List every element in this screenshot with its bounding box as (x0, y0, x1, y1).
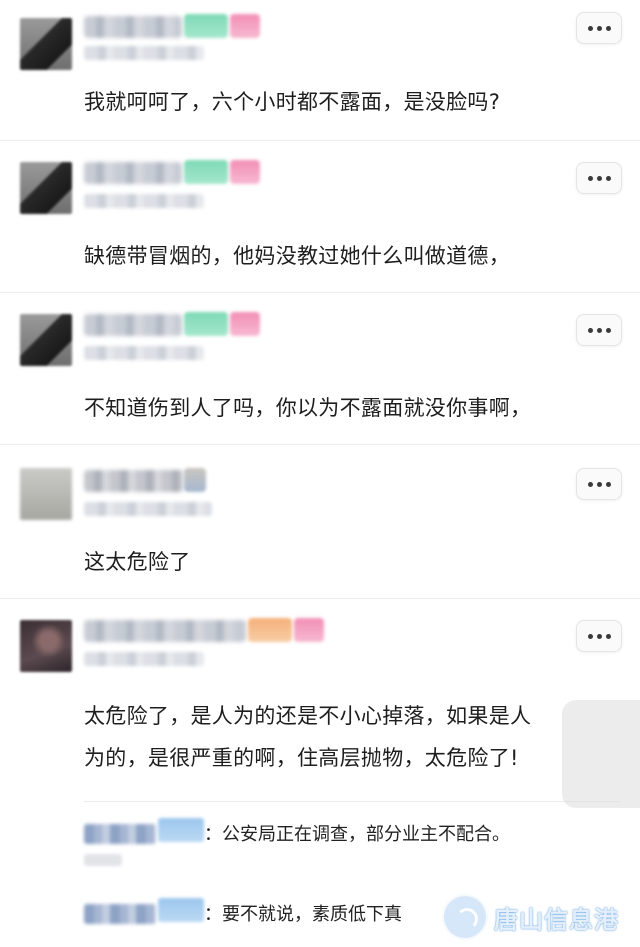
username-blurred[interactable] (84, 314, 182, 336)
user-badge (184, 160, 228, 184)
comment-meta-blurred (84, 194, 204, 208)
user-level-badge (230, 312, 260, 336)
reply-divider (84, 801, 620, 802)
avatar[interactable] (20, 162, 72, 214)
more-dots-icon (587, 175, 593, 181)
comment-text: 缺德带冒烟的，他妈没教过她什么叫做道德， (84, 244, 510, 268)
reply-username-blurred[interactable] (84, 904, 156, 924)
user-badge (184, 14, 228, 38)
username-blurred[interactable] (84, 470, 184, 492)
user-level-badge (230, 14, 260, 38)
avatar[interactable] (20, 314, 72, 366)
username-blurred[interactable] (84, 620, 246, 642)
reply-text: ：要不就说，素质低下真 (204, 904, 402, 925)
more-options-button[interactable] (576, 12, 622, 44)
reply-meta-blurred (84, 854, 122, 866)
more-dots-icon (587, 25, 593, 31)
comment-text: 不知道伤到人了吗，你以为不露面就没你事啊， (84, 396, 532, 420)
reply-text: ：公安局正在调查，部分业主不配合。 (204, 824, 510, 845)
watermark: 唐山信息港 (442, 894, 632, 940)
watermark-text: 唐山信息港 (494, 905, 619, 934)
comment-meta-blurred (84, 652, 204, 666)
more-options-button[interactable] (576, 620, 622, 652)
comment-text: 我就呵呵了，六个小时都不露面，是没脸吗? (84, 90, 501, 114)
user-badge (184, 312, 228, 336)
scroll-handle[interactable] (562, 700, 640, 808)
comment-card-4: 这太危险了 (0, 444, 640, 599)
watermark-logo-icon (442, 894, 488, 940)
more-options-button[interactable] (576, 468, 622, 500)
avatar[interactable] (20, 468, 72, 520)
user-level-badge (230, 160, 260, 184)
reply-user-badge (158, 898, 204, 922)
comment-meta-blurred (84, 46, 204, 60)
comment-text: 这太危险了 (84, 550, 191, 574)
avatar[interactable] (20, 620, 72, 672)
more-options-button[interactable] (576, 314, 622, 346)
comment-card-1: 我就呵呵了，六个小时都不露面，是没脸吗? (0, 0, 640, 141)
comment-meta-blurred (84, 346, 204, 360)
more-options-button[interactable] (576, 162, 622, 194)
more-dots-icon (587, 327, 593, 333)
reply-username-blurred[interactable] (84, 824, 156, 844)
user-level-badge (294, 618, 324, 642)
more-dots-icon (587, 481, 593, 487)
avatar[interactable] (20, 18, 72, 70)
more-dots-icon (587, 633, 593, 639)
reply-user-badge (158, 818, 204, 842)
reply-item[interactable]: ：公安局正在调查，部分业主不配合。 (84, 816, 610, 866)
username-blurred[interactable] (84, 162, 182, 184)
user-badge (248, 618, 292, 642)
username-blurred[interactable] (84, 16, 182, 38)
comment-card-2: 缺德带冒烟的，他妈没教过她什么叫做道德， (0, 140, 640, 293)
comment-meta-blurred (84, 502, 212, 516)
comment-card-3: 不知道伤到人了吗，你以为不露面就没你事啊， (0, 292, 640, 445)
comment-text-line-2: 为的，是很严重的啊，住高层抛物，太危险了! (84, 746, 519, 770)
user-badge (184, 468, 206, 492)
comment-text-line-1: 太危险了，是人为的还是不小心掉落，如果是人 (84, 704, 532, 728)
